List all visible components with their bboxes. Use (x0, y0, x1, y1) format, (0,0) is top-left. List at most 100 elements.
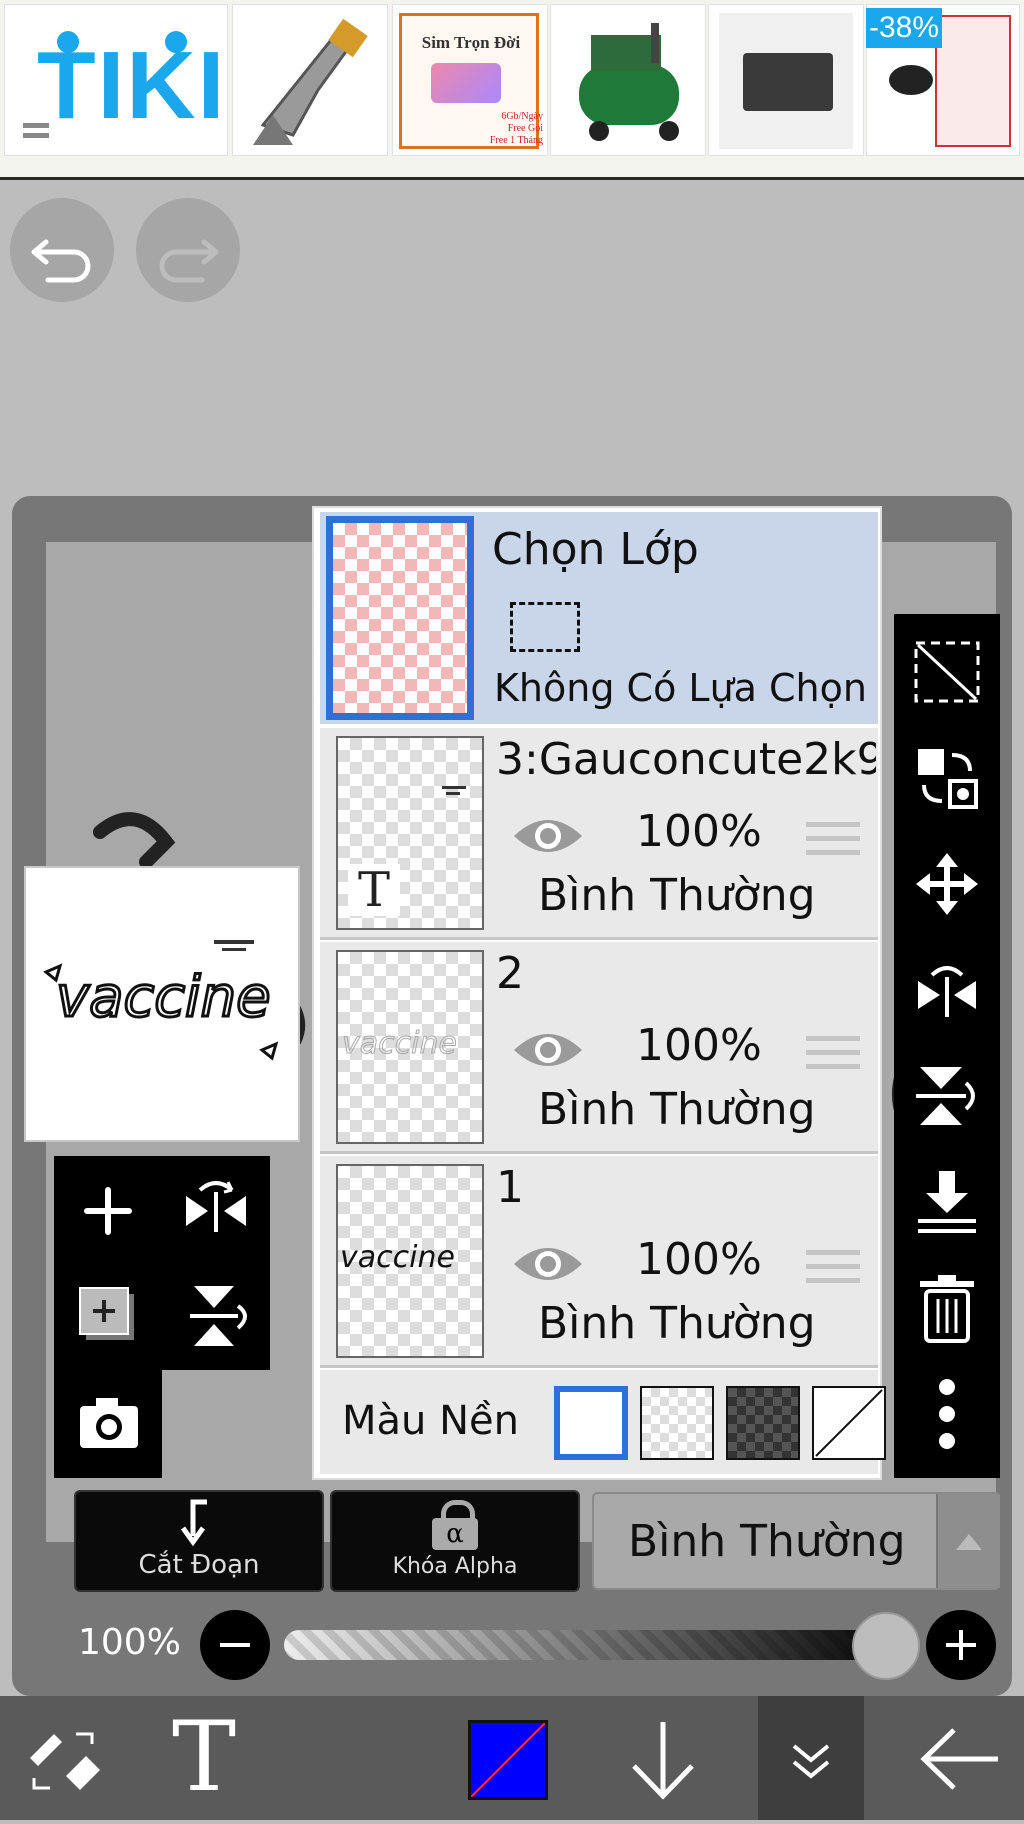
vaccine-drawing: vaccine (43, 940, 279, 1061)
flip-vertical-icon (190, 1286, 247, 1346)
move-arrows-icon (916, 853, 978, 915)
more-vertical-icon (939, 1379, 955, 1449)
layer-blend-mode: Bình Thường (538, 1084, 816, 1135)
layer-opacity: 100% (636, 1020, 762, 1071)
layer-row[interactable]: T 3:Gauconcute2k9 100% Bình Thường (320, 728, 878, 940)
move-layer-button[interactable] (894, 834, 1000, 934)
clipping-button[interactable]: Cắt Đoạn (74, 1490, 324, 1592)
brush-eraser-toggle[interactable] (20, 1714, 110, 1804)
layer-blend-mode: Bình Thường (538, 870, 816, 921)
camera-button[interactable] (70, 1378, 146, 1468)
arrow-down-icon (632, 1722, 694, 1800)
arrow-left-icon (920, 1728, 998, 1790)
text-tool-button[interactable]: T (172, 1702, 236, 1812)
drag-handle-icon[interactable] (806, 818, 864, 860)
clipping-arrow-icon (180, 1499, 207, 1547)
opacity-increase-button[interactable] (926, 1610, 996, 1680)
layer-blend-mode: Bình Thường (538, 1298, 816, 1349)
blend-dropdown-arrow[interactable] (936, 1494, 1000, 1588)
ad-item-sim[interactable]: Sim Trọn Đời 6Gb/Ngày Free Gọi Free 1 Th… (392, 4, 548, 156)
layer-row[interactable]: vaccine 2 100% Bình Thường (320, 942, 878, 1154)
layer-row[interactable]: vaccine 1 100% Bình Thường (320, 1156, 878, 1368)
opacity-decrease-button[interactable] (200, 1610, 270, 1680)
color-picker-button[interactable] (468, 1720, 548, 1800)
redo-button[interactable] (136, 198, 240, 302)
bg-white-option[interactable] (554, 1386, 628, 1460)
ad-item-tool[interactable] (232, 4, 388, 156)
lock-icon: α (432, 1500, 478, 1550)
eye-icon[interactable] (510, 1022, 586, 1082)
layer-opacity: 100% (636, 806, 762, 857)
select-layer-title: Chọn Lớp (492, 524, 699, 575)
layer-thumbnail: vaccine (336, 950, 484, 1144)
redo-icon (159, 239, 219, 283)
merge-down-button[interactable] (894, 1152, 1000, 1252)
select-layer-row[interactable]: Chọn Lớp Không Có Lựa Chọn (320, 512, 878, 724)
minus-icon (220, 1643, 250, 1647)
merge-down-icon (918, 1171, 976, 1233)
layer-opacity: 100% (636, 1234, 762, 1285)
selection-thumbnail (326, 516, 474, 720)
eye-icon[interactable] (510, 808, 586, 868)
layers-panel: Chọn Lớp Không Có Lựa Chọn T 3:Gauconcut… (312, 506, 886, 1480)
swap-layer-button[interactable] (894, 728, 1000, 828)
triangle-up-icon (956, 1534, 982, 1550)
background-label: Màu Nền (342, 1398, 519, 1444)
back-button[interactable] (914, 1714, 1004, 1804)
layer-down-button[interactable] (618, 1712, 708, 1808)
bg-transparent-option[interactable] (640, 1386, 714, 1460)
bottom-toolbar: T (0, 1696, 1024, 1820)
opacity-slider-track[interactable] (284, 1630, 904, 1660)
ad-item-air-compressor[interactable] (550, 4, 706, 156)
flip-horizontal-icon (918, 966, 976, 1017)
brush-eraser-icon (30, 1732, 100, 1790)
tiki-logo[interactable]: TIKI (4, 4, 228, 156)
add-copy-icon (79, 1287, 134, 1340)
more-options-button[interactable] (894, 1364, 1000, 1464)
duplicate-layer-button[interactable] (70, 1270, 146, 1360)
blend-mode-select[interactable]: Bình Thường (592, 1492, 1000, 1590)
add-layer-button[interactable] (70, 1166, 146, 1256)
layer-name: 3:Gauconcute2k9 (496, 734, 876, 785)
layer-name: 1 (496, 1162, 524, 1213)
color-swatch-icon (470, 1722, 546, 1798)
layer-thumbnail: vaccine (336, 1164, 484, 1358)
flip-horizontal-icon (186, 1181, 246, 1232)
undo-icon (31, 239, 91, 283)
flip-vertical-button[interactable] (894, 1046, 1000, 1146)
flip-vertical-icon (916, 1067, 975, 1125)
selection-clear-icon (914, 641, 980, 703)
chevrons-down-icon (792, 1744, 830, 1779)
selection-marquee-icon (510, 602, 580, 652)
flip-horizontal-layer-button[interactable] (176, 1166, 256, 1256)
layer-thumbnail: T (336, 736, 484, 930)
bg-dark-checker-option[interactable] (726, 1386, 800, 1460)
swap-icon (918, 749, 978, 809)
discount-badge: -38% (866, 8, 942, 48)
svg-text:vaccine: vaccine (56, 965, 271, 1030)
sim-card-image (431, 63, 501, 103)
flip-vertical-layer-button[interactable] (176, 1270, 256, 1360)
no-selection-label: Không Có Lựa Chọn (494, 666, 867, 710)
drag-handle-icon[interactable] (806, 1246, 864, 1288)
opacity-slider-thumb[interactable] (852, 1612, 920, 1680)
layer-name: 2 (496, 948, 524, 999)
eye-icon[interactable] (510, 1236, 586, 1296)
alpha-lock-button[interactable]: α Khóa Alpha (330, 1490, 580, 1592)
trash-icon (920, 1275, 974, 1343)
collapse-panel-button[interactable] (758, 1696, 864, 1820)
canvas-preview[interactable]: vaccine (24, 866, 300, 1142)
drag-handle-icon[interactable] (806, 1032, 864, 1074)
plus-icon (946, 1630, 976, 1660)
ad-banner[interactable]: TIKI Sim Trọn Đời 6Gb/Ngày Free Gọi Free… (0, 0, 1024, 180)
tissue-box-image (743, 53, 833, 111)
opacity-value: 100% (78, 1622, 181, 1663)
text-layer-icon: T (348, 864, 400, 916)
flip-horizontal-button[interactable] (894, 940, 1000, 1040)
undo-button[interactable] (10, 198, 114, 302)
ad-item-tissue-box[interactable] (708, 4, 864, 156)
plus-icon (84, 1187, 132, 1235)
clear-selection-button[interactable] (894, 622, 1000, 722)
bg-none-option[interactable] (812, 1386, 886, 1460)
delete-layer-button[interactable] (894, 1258, 1000, 1358)
